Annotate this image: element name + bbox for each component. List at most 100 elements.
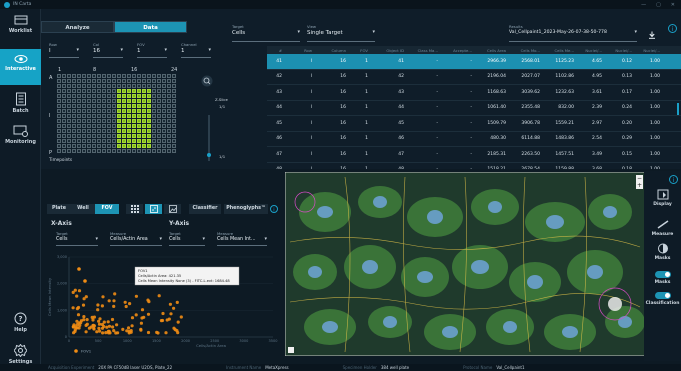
data-point[interactable] — [123, 300, 127, 304]
data-point[interactable] — [128, 302, 132, 306]
well[interactable] — [72, 99, 76, 103]
data-point[interactable] — [169, 312, 173, 316]
well[interactable] — [87, 124, 91, 128]
well[interactable] — [102, 79, 106, 83]
column-header[interactable]: Column — [317, 48, 351, 53]
well[interactable] — [127, 89, 131, 93]
well[interactable] — [57, 99, 61, 103]
well[interactable] — [72, 139, 76, 143]
well[interactable] — [172, 114, 176, 118]
well[interactable] — [157, 79, 161, 83]
data-point[interactable] — [134, 294, 138, 298]
well[interactable] — [162, 94, 166, 98]
well[interactable] — [72, 74, 76, 78]
well[interactable] — [162, 84, 166, 88]
data-point[interactable] — [101, 331, 105, 335]
well[interactable] — [87, 74, 91, 78]
data-point[interactable] — [102, 320, 106, 324]
data-point[interactable] — [112, 304, 116, 308]
well[interactable] — [82, 119, 86, 123]
table-row[interactable]: 42 I 16 1 42 - - 2196.04 2027.07 1102.86 4.95 0.13 1… — [267, 70, 681, 85]
data-point[interactable] — [127, 329, 131, 333]
well[interactable] — [167, 99, 171, 103]
well[interactable] — [107, 149, 111, 153]
well[interactable] — [87, 104, 91, 108]
well[interactable] — [67, 124, 71, 128]
well[interactable] — [72, 129, 76, 133]
well[interactable] — [112, 144, 116, 148]
well[interactable] — [72, 124, 76, 128]
well[interactable] — [172, 119, 176, 123]
well[interactable] — [117, 104, 121, 108]
well[interactable] — [142, 149, 146, 153]
well[interactable] — [127, 139, 131, 143]
well[interactable] — [102, 149, 106, 153]
well[interactable] — [162, 144, 166, 148]
measure-button[interactable]: Measure — [644, 219, 681, 237]
well[interactable] — [142, 124, 146, 128]
well[interactable] — [147, 119, 151, 123]
well[interactable] — [122, 79, 126, 83]
well[interactable] — [82, 109, 86, 113]
well[interactable] — [92, 144, 96, 148]
well[interactable] — [92, 114, 96, 118]
well[interactable] — [62, 134, 66, 138]
y-target-select[interactable]: Target Cells ▾ — [169, 231, 205, 246]
data-point[interactable] — [107, 299, 111, 303]
well[interactable] — [57, 74, 61, 78]
analyze-tab[interactable]: Analyze — [41, 21, 114, 33]
well[interactable] — [147, 109, 151, 113]
well[interactable] — [172, 104, 176, 108]
view-select[interactable]: View Single Target ▾ — [307, 24, 375, 42]
well[interactable] — [57, 104, 61, 108]
well[interactable] — [67, 119, 71, 123]
data-point[interactable] — [97, 319, 101, 323]
data-point[interactable] — [101, 295, 105, 299]
well[interactable] — [132, 149, 136, 153]
zoom-icon[interactable] — [201, 75, 213, 87]
well[interactable] — [112, 134, 116, 138]
well[interactable] — [142, 114, 146, 118]
well[interactable] — [137, 139, 141, 143]
well[interactable] — [172, 134, 176, 138]
well[interactable] — [132, 99, 136, 103]
well[interactable] — [102, 119, 106, 123]
well[interactable] — [117, 84, 121, 88]
data-point[interactable] — [96, 308, 100, 312]
well[interactable] — [147, 129, 151, 133]
well[interactable] — [172, 94, 176, 98]
nav-worklist[interactable]: Worklist — [0, 11, 41, 45]
well[interactable] — [127, 84, 131, 88]
well[interactable] — [172, 144, 176, 148]
close-button[interactable]: ✕ — [671, 2, 675, 8]
well[interactable] — [122, 104, 126, 108]
well[interactable] — [132, 94, 136, 98]
well[interactable] — [77, 129, 81, 133]
well[interactable] — [122, 134, 126, 138]
well[interactable] — [117, 109, 121, 113]
well[interactable] — [77, 84, 81, 88]
results-select[interactable]: Results Val_Cellpaint1_2023-May-26-07-38… — [509, 24, 637, 42]
well[interactable] — [72, 104, 76, 108]
well[interactable] — [157, 74, 161, 78]
well[interactable] — [107, 139, 111, 143]
data-point[interactable] — [97, 322, 102, 326]
image-corner-handle[interactable] — [288, 347, 294, 353]
image-view-button[interactable] — [164, 204, 181, 214]
well[interactable] — [82, 149, 86, 153]
plate-tab[interactable]: Plate — [47, 204, 71, 214]
column-header[interactable]: Cells Area — [477, 48, 511, 53]
well[interactable] — [97, 99, 101, 103]
well[interactable] — [132, 124, 136, 128]
classifier-tab[interactable]: Classifier — [189, 204, 221, 214]
well[interactable] — [107, 84, 111, 88]
well[interactable] — [147, 104, 151, 108]
well[interactable] — [82, 114, 86, 118]
well[interactable] — [152, 114, 156, 118]
table-row[interactable]: 43 I 16 1 43 - - 1168.63 3039.62 1232.63 3.61 0.17 1… — [267, 85, 681, 101]
well[interactable] — [87, 79, 91, 83]
channel-select[interactable]: Channel 1 ▾ — [181, 42, 211, 58]
well[interactable] — [132, 109, 136, 113]
well[interactable] — [102, 124, 106, 128]
data-point[interactable] — [98, 329, 102, 333]
